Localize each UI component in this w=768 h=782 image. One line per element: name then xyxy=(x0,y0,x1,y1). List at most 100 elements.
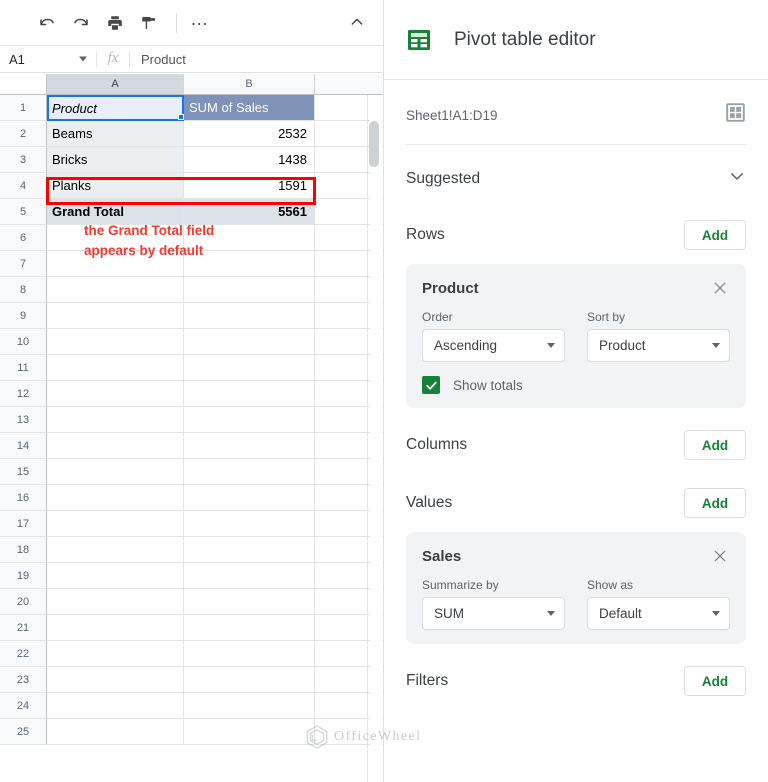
cell-b20[interactable] xyxy=(184,589,315,615)
show-totals-checkbox[interactable] xyxy=(422,376,440,394)
column-header-a[interactable]: A xyxy=(47,74,184,95)
cell-a9[interactable] xyxy=(47,303,184,329)
rows-sortby-select[interactable]: Product xyxy=(587,329,730,362)
cell-b22[interactable] xyxy=(184,641,315,667)
cell-b9[interactable] xyxy=(184,303,315,329)
row-header-6[interactable]: 6 xyxy=(0,225,47,251)
rows-add-button[interactable]: Add xyxy=(684,220,746,250)
cell-a1[interactable]: Product xyxy=(47,95,184,121)
cell-a14[interactable] xyxy=(47,433,184,459)
cell-b3[interactable]: 1438 xyxy=(184,147,315,173)
columns-add-button[interactable]: Add xyxy=(684,430,746,460)
column-header-b[interactable]: B xyxy=(184,74,315,95)
select-all-corner[interactable] xyxy=(0,74,47,95)
row-header-4[interactable]: 4 xyxy=(0,173,47,199)
cell-b10[interactable] xyxy=(184,329,315,355)
cell-a13[interactable] xyxy=(47,407,184,433)
cell-a4[interactable]: Planks xyxy=(47,173,184,199)
row-header-13[interactable]: 13 xyxy=(0,407,47,433)
row-header-1[interactable]: 1 xyxy=(0,95,47,121)
selection-handle[interactable] xyxy=(178,114,184,120)
row-header-20[interactable]: 20 xyxy=(0,589,47,615)
cell-b15[interactable] xyxy=(184,459,315,485)
cell-b24[interactable] xyxy=(184,693,315,719)
row-header-21[interactable]: 21 xyxy=(0,615,47,641)
cell-a16[interactable] xyxy=(47,485,184,511)
cell-a19[interactable] xyxy=(47,563,184,589)
row-header-14[interactable]: 14 xyxy=(0,433,47,459)
row-header-3[interactable]: 3 xyxy=(0,147,47,173)
chevron-down-icon[interactable] xyxy=(728,167,746,190)
row-header-7[interactable]: 7 xyxy=(0,251,47,277)
suggested-section[interactable]: Suggested xyxy=(406,145,746,210)
rows-order-select[interactable]: Ascending xyxy=(422,329,565,362)
cell-a15[interactable] xyxy=(47,459,184,485)
cell-b17[interactable] xyxy=(184,511,315,537)
cell-b4[interactable]: 1591 xyxy=(184,173,315,199)
show-totals-checkbox-row[interactable]: Show totals xyxy=(422,376,730,394)
paint-format-button[interactable] xyxy=(134,8,164,38)
row-header-10[interactable]: 10 xyxy=(0,329,47,355)
values-card-close-icon[interactable] xyxy=(710,546,730,566)
row-header-5[interactable]: 5 xyxy=(0,199,47,225)
rows-card-close-icon[interactable] xyxy=(710,278,730,298)
cell-b21[interactable] xyxy=(184,615,315,641)
collapse-toolbar-button[interactable] xyxy=(343,8,371,36)
cell-a25[interactable] xyxy=(47,719,184,745)
formula-input[interactable]: Product xyxy=(130,52,383,67)
cell-a21[interactable] xyxy=(47,615,184,641)
row-header-22[interactable]: 22 xyxy=(0,641,47,667)
row-header-18[interactable]: 18 xyxy=(0,537,47,563)
cell-a18[interactable] xyxy=(47,537,184,563)
cell-a17[interactable] xyxy=(47,511,184,537)
column-header-c[interactable] xyxy=(315,74,383,95)
redo-button[interactable] xyxy=(66,8,96,38)
cell-a23[interactable] xyxy=(47,667,184,693)
cell-b25[interactable] xyxy=(184,719,315,745)
cell-a8[interactable] xyxy=(47,277,184,303)
row-header-24[interactable]: 24 xyxy=(0,693,47,719)
row-header-19[interactable]: 19 xyxy=(0,563,47,589)
cell-b8[interactable] xyxy=(184,277,315,303)
vertical-scrollbar-thumb[interactable] xyxy=(369,121,379,167)
cell-b19[interactable] xyxy=(184,563,315,589)
vertical-scrollbar-track[interactable] xyxy=(369,95,382,782)
cell-a10[interactable] xyxy=(47,329,184,355)
more-options-button[interactable]: … xyxy=(185,8,215,38)
data-range-value[interactable]: Sheet1!A1:D19 xyxy=(406,108,498,123)
select-data-range-icon[interactable] xyxy=(725,102,746,128)
filters-add-button[interactable]: Add xyxy=(684,666,746,696)
cell-b14[interactable] xyxy=(184,433,315,459)
show-as-select[interactable]: Default xyxy=(587,597,730,630)
cell-b11[interactable] xyxy=(184,355,315,381)
cell-a2[interactable]: Beams xyxy=(47,121,184,147)
row-header-17[interactable]: 17 xyxy=(0,511,47,537)
row-header-25[interactable]: 25 xyxy=(0,719,47,745)
name-box[interactable]: A1 xyxy=(0,46,96,72)
summarize-by-select[interactable]: SUM xyxy=(422,597,565,630)
row-header-11[interactable]: 11 xyxy=(0,355,47,381)
row-header-23[interactable]: 23 xyxy=(0,667,47,693)
cell-a20[interactable] xyxy=(47,589,184,615)
row-header-12[interactable]: 12 xyxy=(0,381,47,407)
row-header-2[interactable]: 2 xyxy=(0,121,47,147)
print-button[interactable] xyxy=(100,8,130,38)
cell-b18[interactable] xyxy=(184,537,315,563)
cell-a12[interactable] xyxy=(47,381,184,407)
cell-b2[interactable]: 2532 xyxy=(184,121,315,147)
row-header-9[interactable]: 9 xyxy=(0,303,47,329)
cell-b23[interactable] xyxy=(184,667,315,693)
values-add-button[interactable]: Add xyxy=(684,488,746,518)
cell-a11[interactable] xyxy=(47,355,184,381)
cell-b12[interactable] xyxy=(184,381,315,407)
cell-a24[interactable] xyxy=(47,693,184,719)
row-header-16[interactable]: 16 xyxy=(0,485,47,511)
cell-b1[interactable]: SUM of Sales xyxy=(184,95,315,121)
cell-a22[interactable] xyxy=(47,641,184,667)
row-header-15[interactable]: 15 xyxy=(0,459,47,485)
cell-b16[interactable] xyxy=(184,485,315,511)
cell-b13[interactable] xyxy=(184,407,315,433)
row-header-8[interactable]: 8 xyxy=(0,277,47,303)
undo-button[interactable] xyxy=(32,8,62,38)
cell-a3[interactable]: Bricks xyxy=(47,147,184,173)
